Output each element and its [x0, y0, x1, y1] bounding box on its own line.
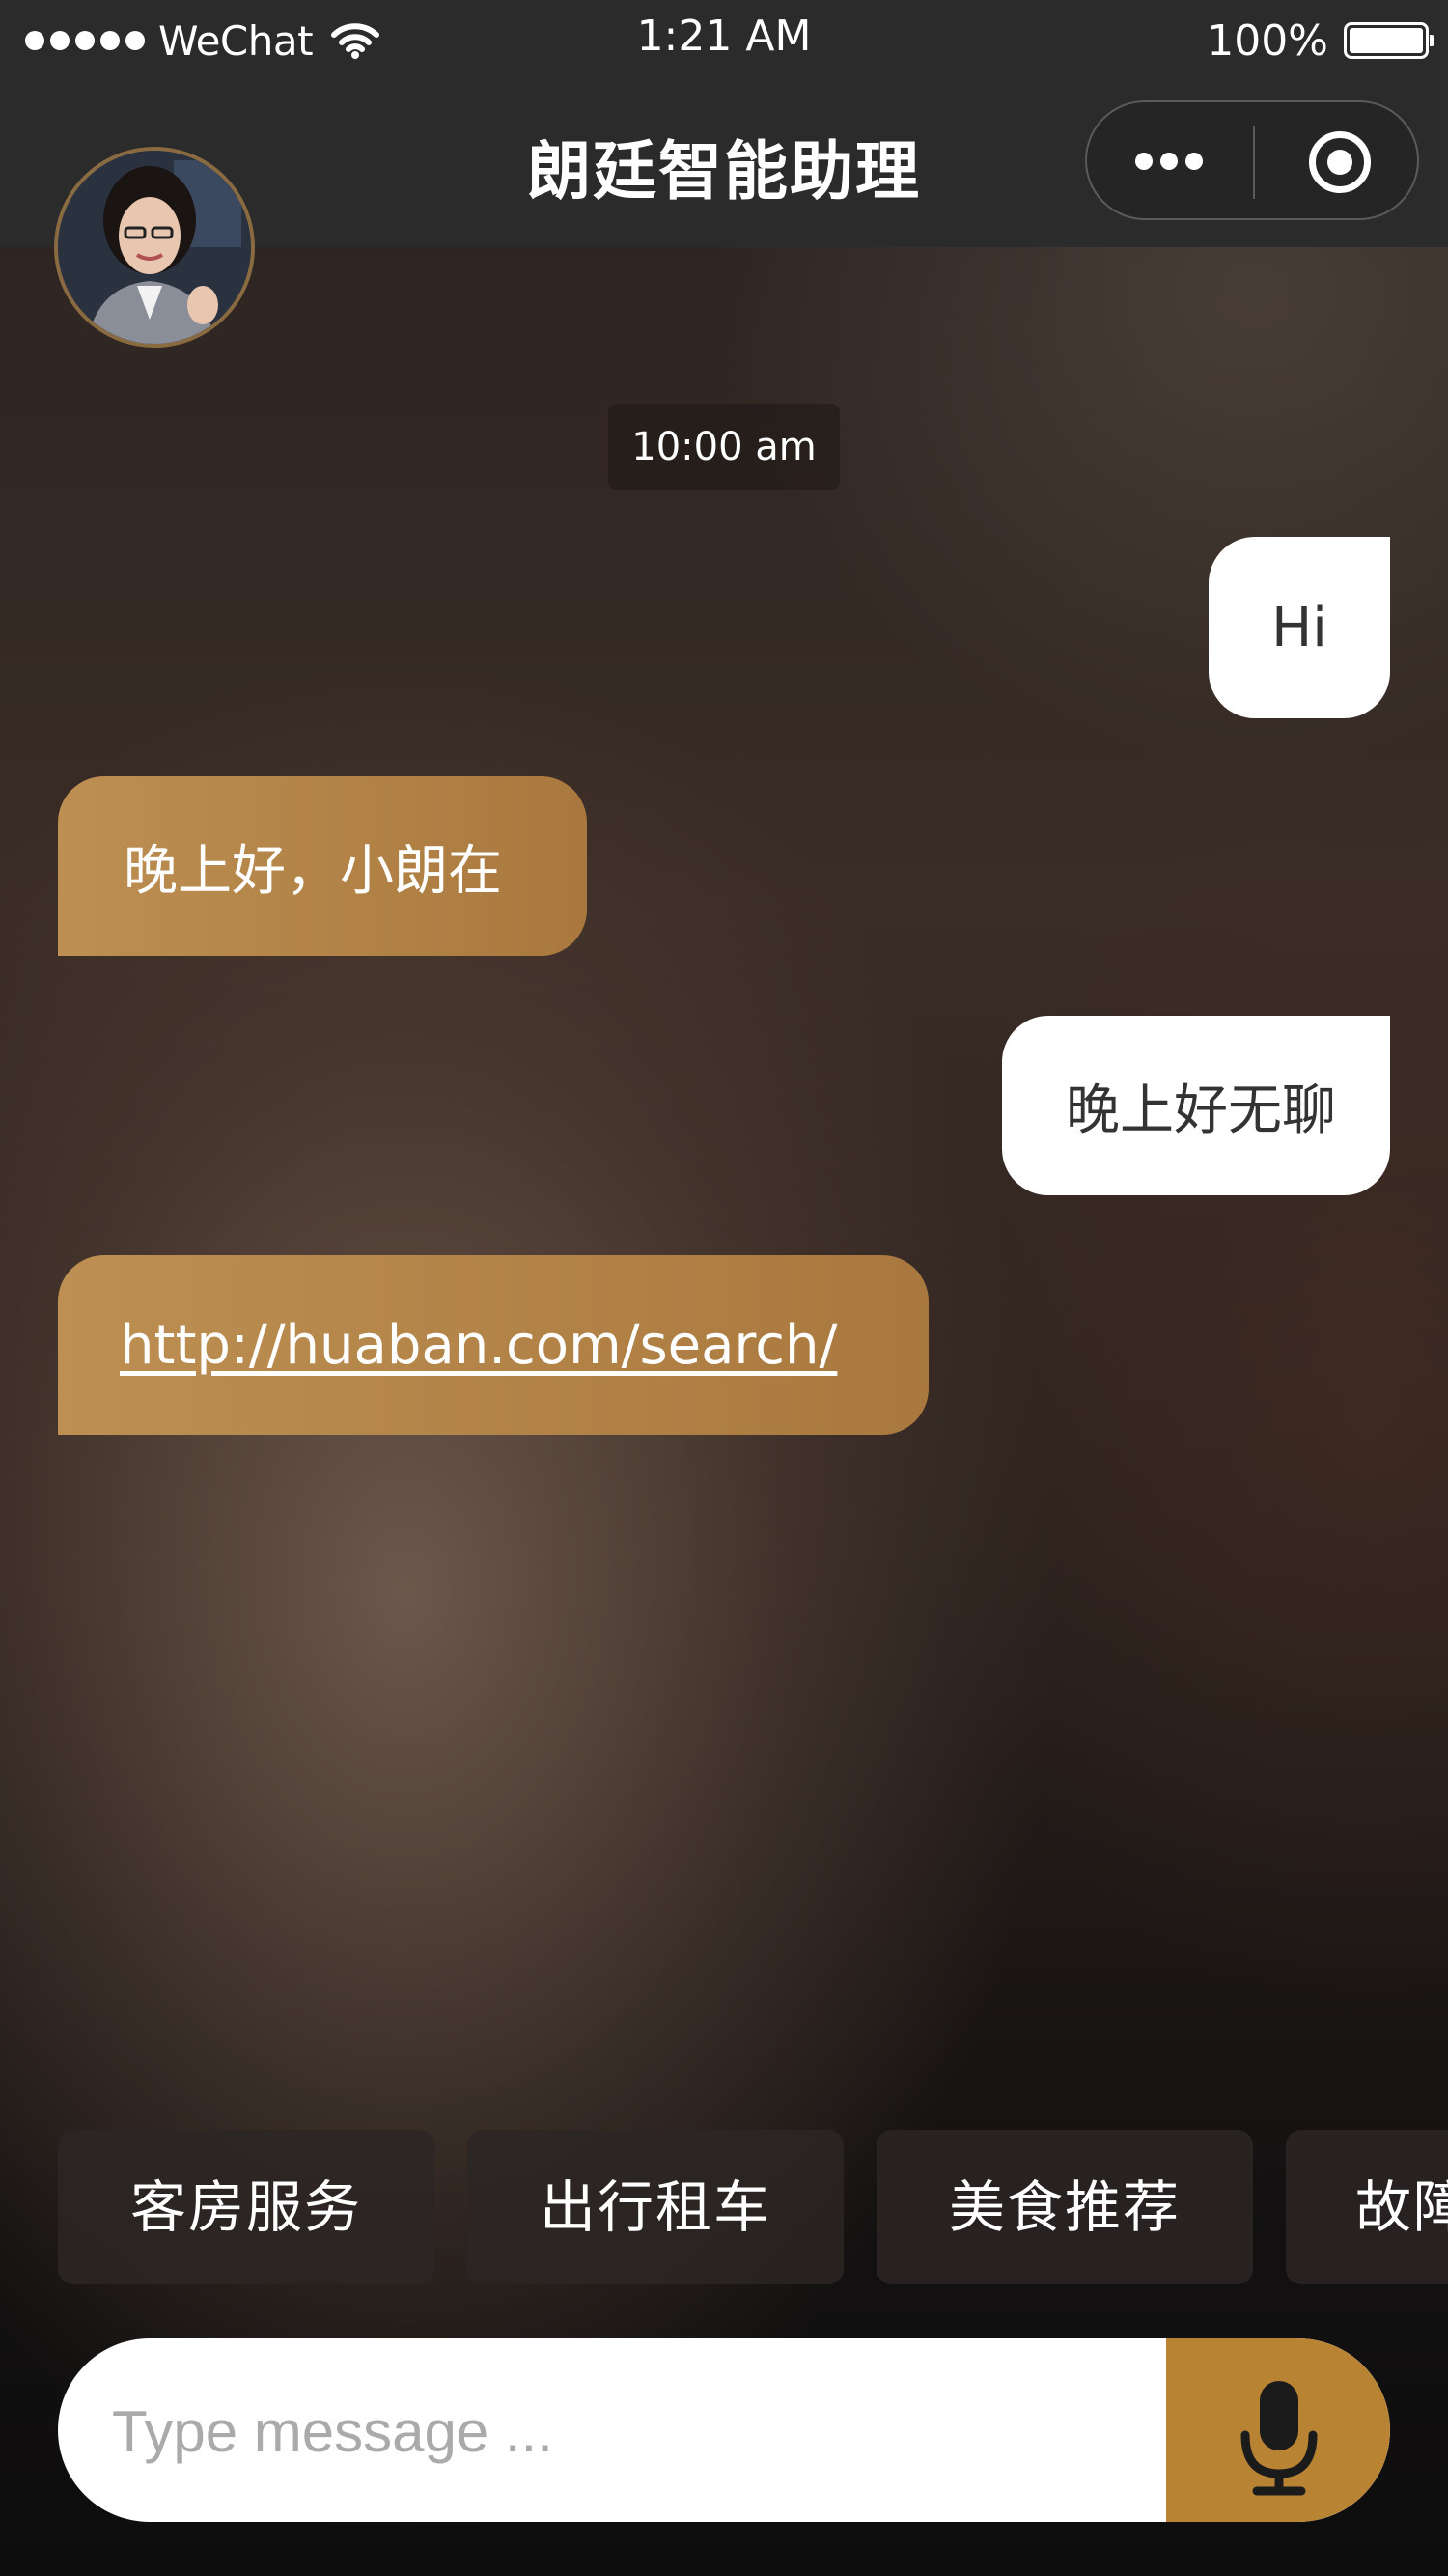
- mini-program-capsule: [1085, 100, 1419, 220]
- voice-button[interactable]: [1166, 2338, 1390, 2522]
- target-icon[interactable]: [1309, 131, 1371, 193]
- assistant-avatar[interactable]: [54, 147, 255, 348]
- status-bar: WeChat 1:21 AM 100%: [0, 0, 1448, 81]
- microphone-icon: [1240, 2381, 1318, 2496]
- quick-replies: 客房服务 出行租车 美食推荐 故障: [0, 2130, 1448, 2284]
- quick-reply-chip[interactable]: 故障: [1286, 2130, 1448, 2284]
- message-composer: [58, 2338, 1390, 2522]
- quick-reply-chip[interactable]: 美食推荐: [877, 2130, 1253, 2284]
- message-text: 晚上好，小朗在: [124, 839, 502, 903]
- message-input[interactable]: [110, 2338, 1176, 2522]
- message-text: 晚上好无聊: [1066, 1078, 1336, 1142]
- message-bubble-user: Hi: [1209, 537, 1390, 718]
- quick-reply-chip[interactable]: 出行租车: [467, 2130, 844, 2284]
- avatar-portrait: [58, 151, 251, 344]
- message-bubble-bot: http://huaban.com/search/: [58, 1255, 929, 1435]
- message-bubble-bot: 晚上好，小朗在: [58, 776, 587, 956]
- battery-percent: 100%: [1207, 15, 1328, 66]
- message-text: Hi: [1271, 596, 1327, 659]
- chat-timestamp: 10:00 am: [608, 404, 840, 490]
- quick-reply-chip[interactable]: 客房服务: [58, 2130, 434, 2284]
- message-bubble-user: 晚上好无聊: [1002, 1016, 1390, 1195]
- message-link[interactable]: http://huaban.com/search/: [120, 1314, 837, 1377]
- more-dots-icon[interactable]: [1126, 137, 1212, 185]
- battery-icon: [1344, 22, 1434, 59]
- capsule-divider: [1253, 126, 1255, 199]
